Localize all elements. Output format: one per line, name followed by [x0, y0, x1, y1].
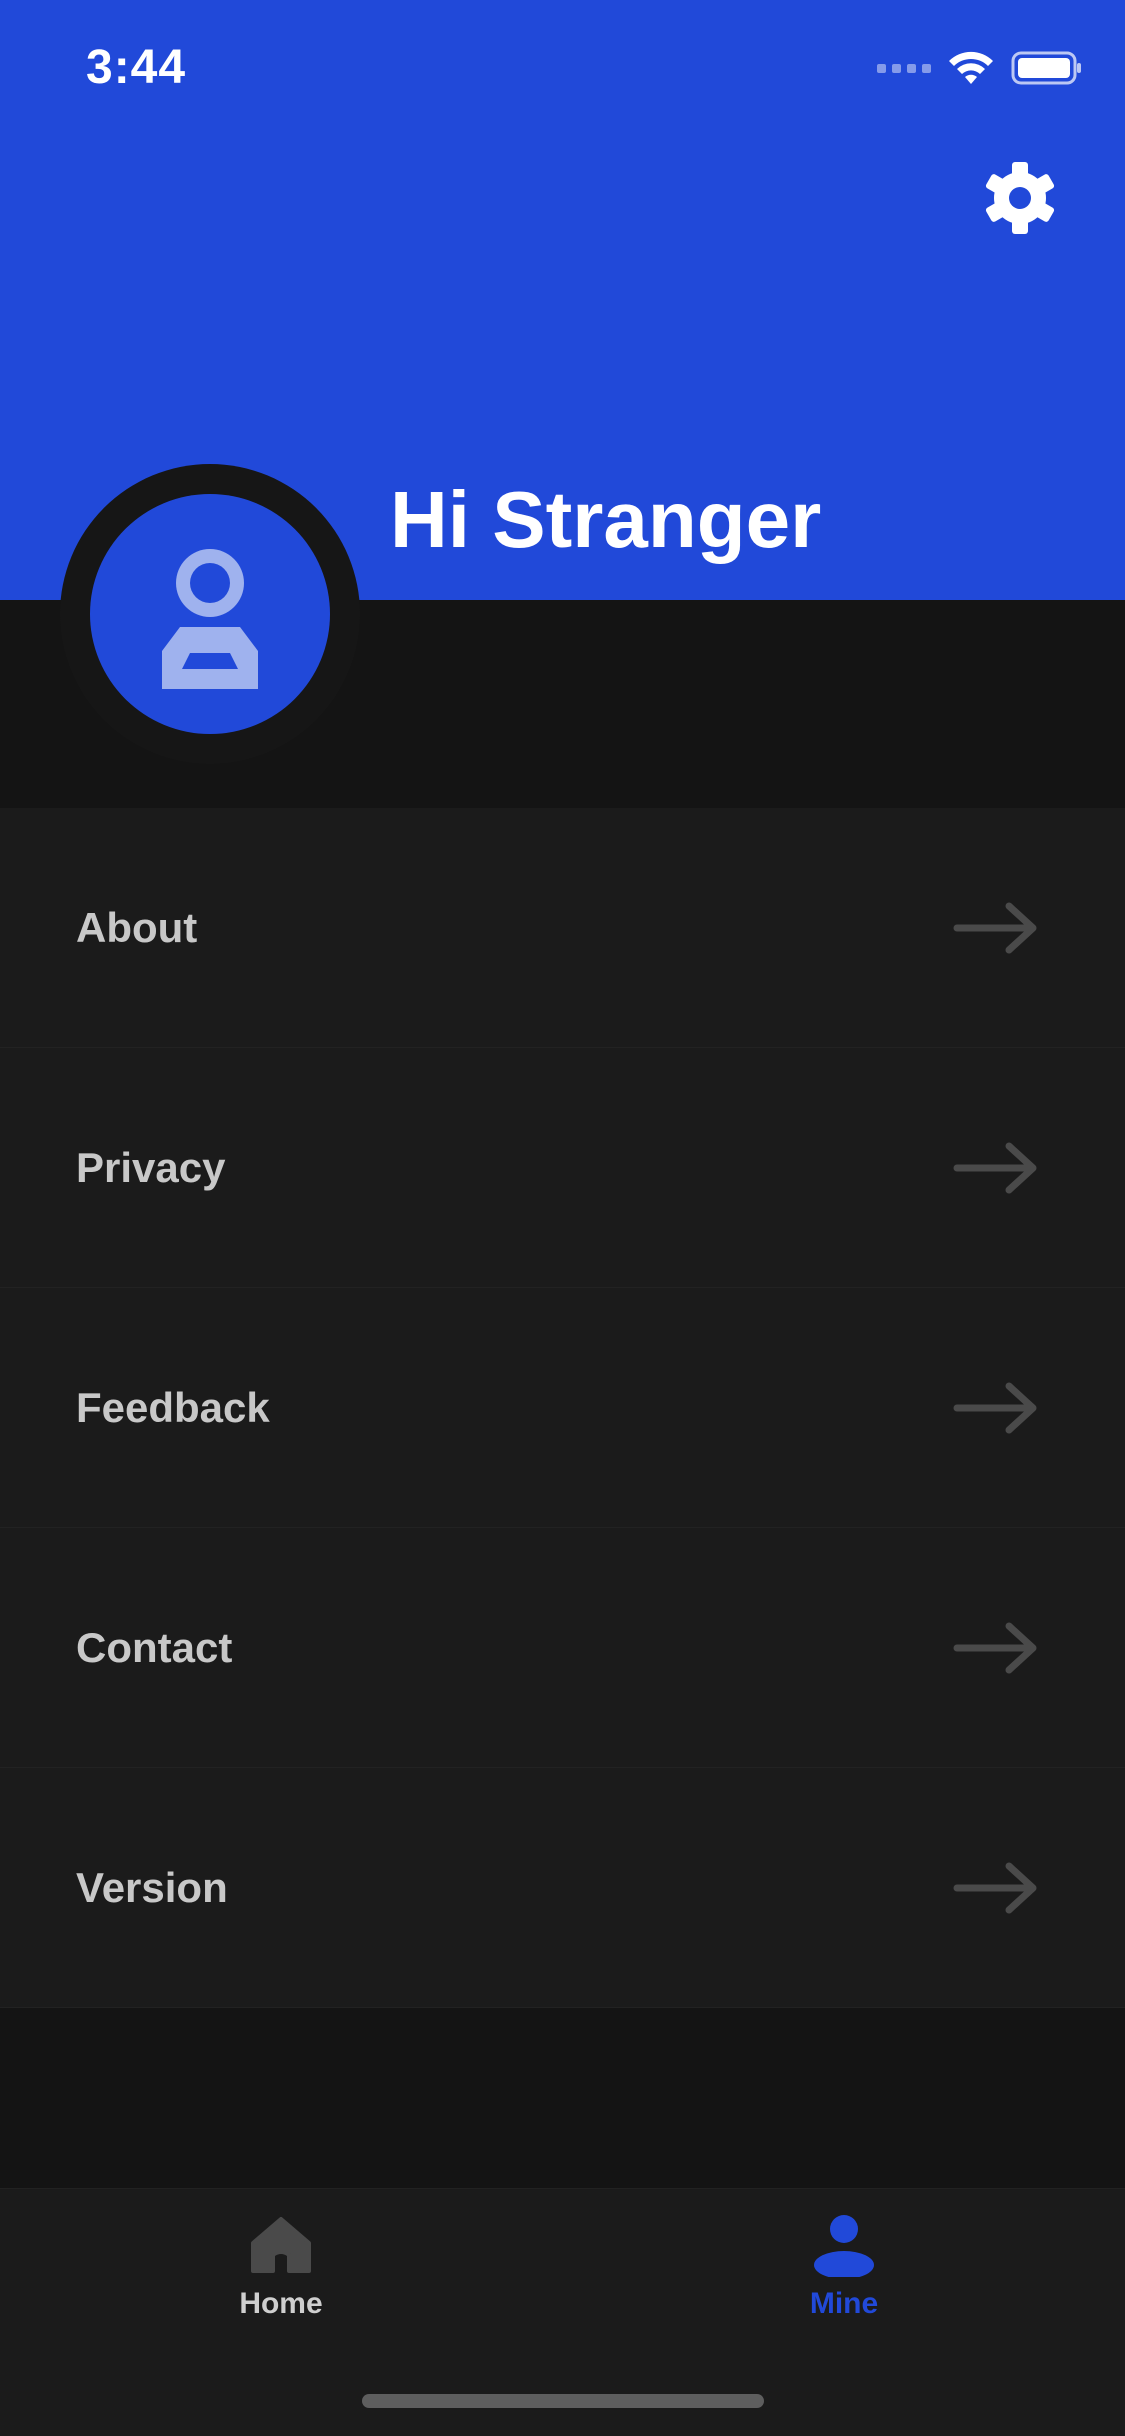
menu-item-label: About — [76, 904, 198, 951]
arrow-right-icon — [953, 1862, 1037, 1914]
tab-label: Home — [239, 2287, 323, 2320]
menu-item-label: Feedback — [76, 1384, 270, 1431]
menu-item-version[interactable]: Version — [0, 1768, 1125, 2008]
greeting-title: Hi Stranger — [390, 475, 822, 564]
menu-item-label: Version — [76, 1864, 228, 1911]
gear-icon[interactable] — [982, 160, 1058, 236]
wifi-icon — [949, 51, 993, 84]
menu-item-privacy[interactable]: Privacy — [0, 1048, 1125, 1288]
tab-home[interactable]: Home — [131, 2189, 431, 2339]
mine-screen: 3:44 Hi Stranger About Privacy Feedback … — [0, 0, 1125, 2436]
arrow-right-icon — [953, 1622, 1037, 1674]
person-icon — [814, 2215, 874, 2277]
settings-menu: About Privacy Feedback Contact Version — [0, 808, 1125, 2008]
home-indicator — [362, 2394, 764, 2408]
arrow-right-icon — [953, 1142, 1037, 1194]
menu-item-label: Privacy — [76, 1144, 226, 1191]
menu-item-feedback[interactable]: Feedback — [0, 1288, 1125, 1528]
menu-item-about[interactable]: About — [0, 808, 1125, 1048]
home-icon — [251, 2217, 311, 2273]
tab-mine[interactable]: Mine — [694, 2189, 994, 2339]
battery-icon — [1011, 51, 1081, 85]
cellular-signal-icon — [877, 63, 931, 73]
person-icon — [162, 549, 258, 689]
arrow-right-icon — [953, 902, 1037, 954]
status-time: 3:44 — [86, 41, 187, 94]
menu-item-contact[interactable]: Contact — [0, 1528, 1125, 1768]
status-icons — [877, 48, 1083, 88]
tab-label: Mine — [809, 2287, 879, 2320]
arrow-right-icon — [953, 1382, 1037, 1434]
menu-item-label: Contact — [76, 1624, 233, 1671]
avatar[interactable] — [90, 494, 330, 734]
